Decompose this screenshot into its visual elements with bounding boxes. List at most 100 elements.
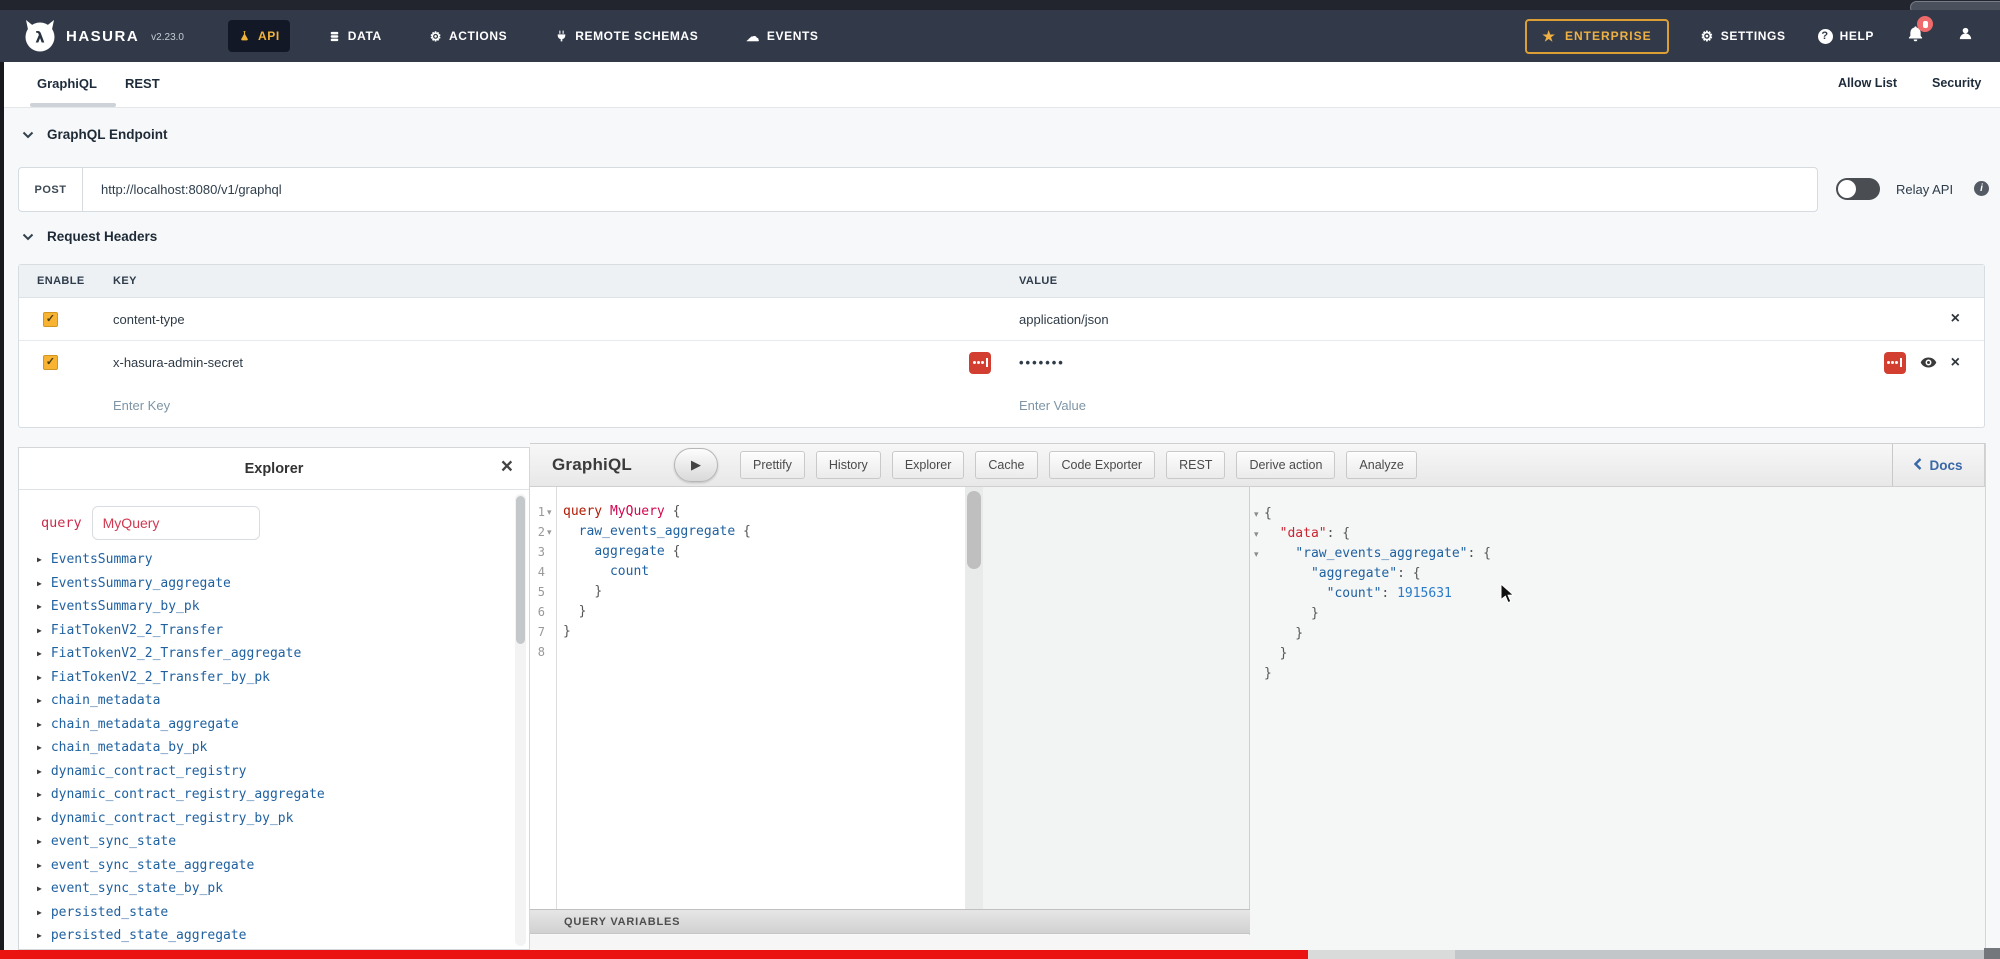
explorer-item-persisted_state_aggregate[interactable]: ▶persisted_state_aggregate [37, 924, 503, 948]
explorer-item-FiatTokenV2_2_Transfer_aggregate[interactable]: ▶FiatTokenV2_2_Transfer_aggregate [37, 642, 503, 666]
expand-arrow-icon[interactable]: ▶ [37, 626, 42, 635]
query-variables-bar[interactable]: QUERY VARIABLES [530, 909, 1250, 934]
explorer-item-dynamic_contract_registry_aggregate[interactable]: ▶dynamic_contract_registry_aggregate [37, 783, 503, 807]
cache-button[interactable]: Cache [975, 451, 1037, 479]
tab-security[interactable]: Security [1932, 76, 1981, 90]
prettify-button[interactable]: Prettify [740, 451, 805, 479]
expand-arrow-icon[interactable]: ▶ [37, 767, 42, 776]
nav-item-events[interactable]: ☁EVENTS [736, 20, 828, 52]
expand-arrow-icon[interactable]: ▶ [37, 790, 42, 799]
query-code-area[interactable]: query MyQuery { raw_events_aggregate { a… [563, 502, 965, 909]
fold-arrow-icon[interactable]: ▾ [547, 508, 556, 517]
value-input[interactable]: Enter Value [1011, 384, 1984, 427]
explorer-item-FiatTokenV2_2_Transfer[interactable]: ▶FiatTokenV2_2_Transfer [37, 619, 503, 643]
expand-arrow-icon[interactable]: ▶ [37, 649, 42, 658]
tab-graphiql[interactable]: GraphiQL [37, 76, 97, 91]
fold-arrow-icon[interactable]: ▾ [547, 528, 556, 537]
expand-arrow-icon[interactable]: ▶ [37, 908, 42, 917]
password-manager-icon[interactable] [1884, 352, 1906, 374]
enterprise-button[interactable]: ★ ENTERPRISE [1525, 19, 1668, 54]
user-button[interactable] [1957, 25, 1974, 47]
tab-allow-list[interactable]: Allow List [1838, 76, 1897, 90]
request-headers-section-header[interactable]: Request Headers [22, 229, 157, 244]
query-name-row: query [19, 490, 529, 550]
query-variables-editor[interactable] [530, 935, 1250, 950]
explorer-item-chain_metadata[interactable]: ▶chain_metadata [37, 689, 503, 713]
video-progress-track[interactable] [1455, 950, 2000, 959]
expand-arrow-icon[interactable]: ▶ [37, 743, 42, 752]
explorer-item-event_sync_state[interactable]: ▶event_sync_state [37, 830, 503, 854]
expand-arrow-icon[interactable]: ▶ [37, 696, 42, 705]
info-icon[interactable]: i [1974, 181, 1989, 196]
video-progress-bar[interactable] [0, 950, 1308, 959]
relay-api-toggle[interactable] [1836, 178, 1880, 200]
expand-arrow-icon[interactable]: ▶ [37, 602, 42, 611]
remove-header-icon[interactable]: × [1951, 311, 1960, 327]
nav-item-actions[interactable]: ⚙ACTIONS [420, 20, 517, 52]
header-key-cell[interactable]: content-type [105, 298, 1011, 340]
help-button[interactable]: ? HELP [1818, 29, 1874, 44]
expand-arrow-icon[interactable]: ▶ [37, 837, 42, 846]
code-exporter-button[interactable]: Code Exporter [1049, 451, 1156, 479]
explorer-item-event_sync_state_by_pk[interactable]: ▶event_sync_state_by_pk [37, 877, 503, 901]
explorer-item-dynamic_contract_registry_by_pk[interactable]: ▶dynamic_contract_registry_by_pk [37, 807, 503, 831]
derive-action-button[interactable]: Derive action [1236, 451, 1335, 479]
explorer-item-dynamic_contract_registry[interactable]: ▶dynamic_contract_registry [37, 760, 503, 784]
explorer-item-chain_metadata_aggregate[interactable]: ▶chain_metadata_aggregate [37, 713, 503, 737]
settings-button[interactable]: ⚙ SETTINGS [1701, 29, 1786, 43]
execute-query-button[interactable]: ▶ [674, 448, 718, 482]
key-input[interactable]: Enter Key [105, 384, 1011, 427]
explorer-item-event_sync_state_aggregate[interactable]: ▶event_sync_state_aggregate [37, 854, 503, 878]
explorer-item-EventsSummary[interactable]: ▶EventsSummary [37, 548, 503, 572]
history-button[interactable]: History [816, 451, 881, 479]
top-nav: λ HASURA v2.23.0 APIDATA⚙ACTIONSREMOTE S… [0, 10, 2000, 62]
explorer-scrollbar-thumb[interactable] [516, 496, 525, 644]
expand-arrow-icon[interactable]: ▶ [37, 931, 42, 940]
expand-arrow-icon[interactable]: ▶ [37, 720, 42, 729]
tab-rest[interactable]: REST [125, 76, 160, 91]
query-name-input[interactable] [92, 506, 260, 540]
explorer-item-persisted_state[interactable]: ▶persisted_state [37, 901, 503, 925]
explorer-item-FiatTokenV2_2_Transfer_by_pk[interactable]: ▶FiatTokenV2_2_Transfer_by_pk [37, 666, 503, 690]
expand-arrow-icon[interactable]: ▶ [37, 884, 42, 893]
response-json: ▾{▾ "data": {▾ "raw_events_aggregate": {… [1254, 504, 1985, 684]
header-key-cell[interactable]: x-hasura-admin-secret [105, 341, 1011, 384]
close-icon[interactable]: × [501, 456, 513, 477]
user-icon [1957, 25, 1974, 47]
endpoint-url-input[interactable] [83, 168, 1817, 211]
explorer-header: Explorer × [19, 448, 529, 490]
notifications-button[interactable] [1906, 24, 1925, 48]
docs-button[interactable]: Docs [1892, 444, 1984, 486]
expand-arrow-icon[interactable]: ▶ [37, 814, 42, 823]
editor-scrollbar-thumb[interactable] [967, 491, 981, 569]
fold-arrow-icon[interactable]: ▾ [1254, 524, 1264, 544]
analyze-button[interactable]: Analyze [1346, 451, 1416, 479]
explorer-item-chain_metadata_by_pk[interactable]: ▶chain_metadata_by_pk [37, 736, 503, 760]
query-editor[interactable]: 1▾2▾345678 query MyQuery { raw_events_ag… [530, 487, 965, 909]
nav-item-data[interactable]: DATA [318, 20, 392, 52]
explorer-item-EventsSummary_aggregate[interactable]: ▶EventsSummary_aggregate [37, 572, 503, 596]
explorer-item-EventsSummary_by_pk[interactable]: ▶EventsSummary_by_pk [37, 595, 503, 619]
play-icon: ▶ [691, 457, 701, 473]
expand-arrow-icon[interactable]: ▶ [37, 555, 42, 564]
nav-item-remote-schemas[interactable]: REMOTE SCHEMAS [545, 20, 708, 52]
explorer-button[interactable]: Explorer [892, 451, 965, 479]
hasura-logo-icon[interactable]: λ [22, 18, 58, 54]
fold-arrow-icon[interactable]: ▾ [1254, 544, 1264, 564]
graphql-endpoint-section-header[interactable]: GraphQL Endpoint [22, 127, 168, 142]
remove-header-icon[interactable]: × [1951, 355, 1960, 371]
header-value-cell[interactable]: application/json× [1011, 298, 1984, 340]
enable-checkbox[interactable]: ✓ [43, 312, 58, 327]
video-buffer-bar[interactable] [1308, 950, 1455, 959]
expand-arrow-icon[interactable]: ▶ [37, 579, 42, 588]
expand-arrow-icon[interactable]: ▶ [37, 861, 42, 870]
header-value-cell[interactable]: •••••••× [1011, 341, 1984, 384]
enable-checkbox[interactable]: ✓ [43, 355, 58, 370]
eye-icon[interactable] [1920, 354, 1937, 371]
rest-button[interactable]: REST [1166, 451, 1225, 479]
nav-item-label: API [258, 29, 280, 43]
fold-arrow-icon[interactable]: ▾ [1254, 504, 1264, 524]
expand-arrow-icon[interactable]: ▶ [37, 673, 42, 682]
password-manager-icon[interactable] [969, 352, 991, 374]
nav-item-api[interactable]: API [228, 20, 290, 52]
